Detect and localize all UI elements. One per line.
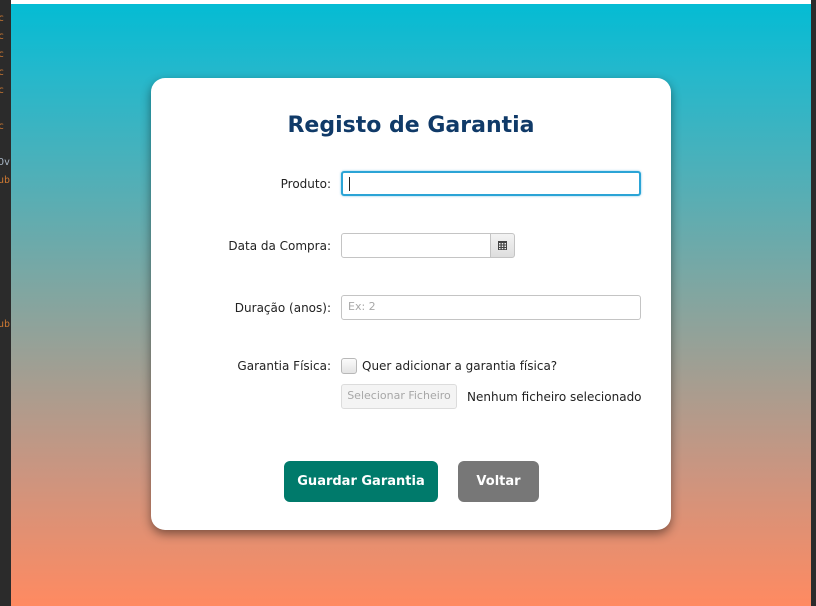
product-input[interactable] [341,171,641,196]
code-editor-background: c c c c c c Ov ub ub [0,0,11,606]
code-fragment: Ov [0,157,11,168]
save-warranty-button[interactable]: Guardar Garantia [284,461,438,502]
duration-label: Duração (anos): [234,301,331,315]
code-fragment: c [0,121,5,132]
file-status-text: Nenhum ficheiro selecionado [467,390,642,404]
code-fragment: c [0,31,5,42]
code-fragment: ub [0,319,11,330]
duration-input[interactable]: Ex: 2 [341,295,641,320]
physical-warranty-checkbox-label[interactable]: Quer adicionar a garantia física? [362,359,557,373]
product-label: Produto: [280,177,331,191]
purchase-date-input[interactable] [341,233,491,258]
window-right-edge [811,0,816,606]
duration-placeholder: Ex: 2 [348,300,376,313]
code-fragment: c [0,13,5,24]
code-fragment: c [0,85,5,96]
date-picker-button[interactable] [490,233,515,258]
code-fragment: c [0,67,5,78]
warranty-form-card: Registo de Garantia Produto: Data da Com… [151,78,671,530]
physical-warranty-label: Garantia Física: [237,359,331,373]
back-button[interactable]: Voltar [458,461,539,502]
text-caret [349,177,350,191]
app-window: Registo de Garantia Produto: Data da Com… [11,0,811,606]
physical-warranty-checkbox[interactable] [341,358,357,374]
select-file-button[interactable]: Selecionar Ficheiro [341,384,457,409]
code-fragment: c [0,49,5,60]
calendar-icon [498,241,507,250]
code-fragment: ub [0,175,11,186]
purchase-date-label: Data da Compra: [228,239,331,253]
window-top-bar [11,0,811,4]
page-title: Registo de Garantia [287,113,535,138]
